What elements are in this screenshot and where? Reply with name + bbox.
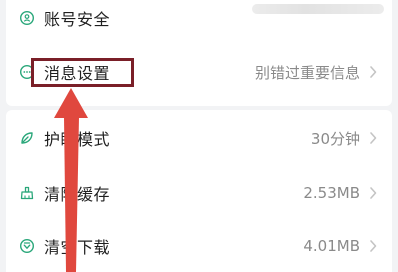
- message-icon: [18, 63, 36, 81]
- settings-item-label: 清除缓存: [44, 185, 111, 204]
- account-value-blurred: [252, 4, 384, 14]
- account-security-icon: [18, 9, 36, 27]
- settings-item-value: 别错过重要信息: [254, 63, 360, 82]
- settings-item-value: 4.01MB: [303, 237, 360, 255]
- chevron-right-icon: [370, 240, 377, 252]
- settings-item-account-security[interactable]: 账号安全: [6, 0, 392, 44]
- settings-item-value: 2.53MB: [303, 184, 360, 202]
- settings-item-label: 清空下载: [44, 238, 111, 257]
- eye-protect-icon: [18, 129, 36, 147]
- chevron-right-icon: [370, 132, 377, 144]
- settings-item-clear-downloads[interactable]: 清空下载 4.01MB: [6, 220, 392, 272]
- settings-item-label: 护眼模式: [44, 130, 111, 149]
- chevron-right-icon: [370, 187, 377, 199]
- settings-item-label: 消息设置: [44, 64, 111, 83]
- download-clear-icon: [18, 237, 36, 255]
- settings-card-account: 账号安全 消息设置 别错过重要信息: [6, 0, 392, 106]
- broom-icon: [18, 184, 36, 202]
- settings-item-label: 账号安全: [44, 10, 111, 29]
- settings-screen: 账号安全 消息设置 别错过重要信息 护眼模式 30分钟 清除缓存 2.53MB …: [0, 0, 398, 272]
- settings-item-eye-protection[interactable]: 护眼模式 30分钟: [6, 112, 392, 164]
- settings-item-message-settings[interactable]: 消息设置 别错过重要信息: [6, 46, 392, 98]
- settings-item-clear-cache[interactable]: 清除缓存 2.53MB: [6, 167, 392, 219]
- settings-card-general: 护眼模式 30分钟 清除缓存 2.53MB 清空下载 4.01MB: [6, 110, 392, 272]
- settings-item-value: 30分钟: [310, 129, 360, 148]
- chevron-right-icon: [370, 66, 377, 78]
